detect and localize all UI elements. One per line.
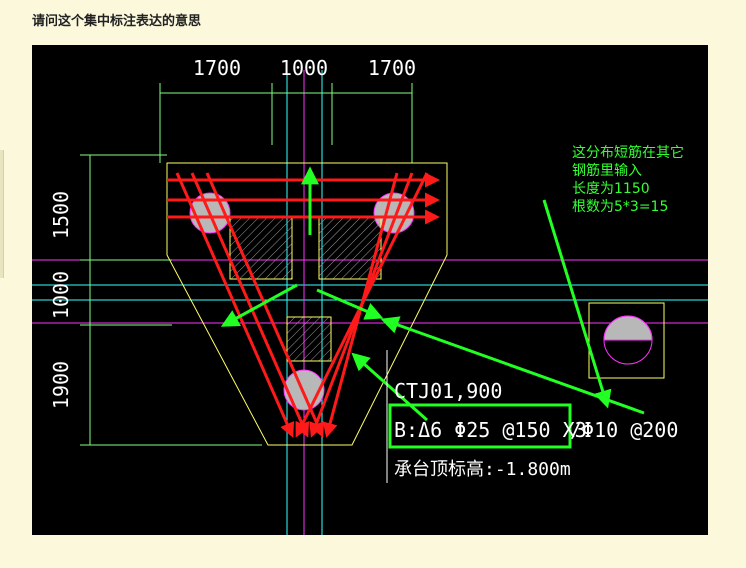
cad-drawing-image: 1700 1000 1700 1500 1000 1900 这分布短筋在其它 钢… xyxy=(32,45,708,535)
top-dimension: 1700 1000 1700 xyxy=(159,56,416,163)
note-line-3: 长度为1150 xyxy=(572,181,650,197)
dim-left-2: 1000 xyxy=(49,271,73,319)
label-elevation: 承台顶标高:-1.800m xyxy=(394,459,571,480)
dim-top-3: 1700 xyxy=(368,56,416,80)
side-tab xyxy=(0,150,4,278)
columns xyxy=(229,216,382,362)
dim-left-3: 1900 xyxy=(49,361,73,409)
cad-drawing-svg: 1700 1000 1700 1500 1000 1900 这分布短筋在其它 钢… xyxy=(32,56,708,535)
explanation-note: 这分布短筋在其它 钢筋里输入 长度为1150 根数为5*3=15 xyxy=(572,144,684,215)
label-rebar-boxed: B:Δ6 Φ25 @150 X3 xyxy=(394,418,587,442)
label-rebar-rest: /Φ10 @200 xyxy=(570,418,678,442)
note-line-2: 钢筋里输入 xyxy=(572,162,642,179)
dim-top-1: 1700 xyxy=(193,56,241,80)
dim-top-2: 1000 xyxy=(280,56,328,80)
note-line-4: 根数为5*3=15 xyxy=(572,199,668,215)
label-cap-name: CTJ01,900 xyxy=(394,379,502,403)
dim-left-1: 1500 xyxy=(49,191,73,239)
rebar-label: CTJ01,900 B:Δ6 Φ25 @150 X3 /Φ10 @200 承台顶… xyxy=(386,350,678,483)
adjacent-pile xyxy=(588,302,665,379)
note-line-1: 这分布短筋在其它 xyxy=(572,144,684,161)
post-title: 请问这个集中标注表达的意思 xyxy=(32,14,202,29)
